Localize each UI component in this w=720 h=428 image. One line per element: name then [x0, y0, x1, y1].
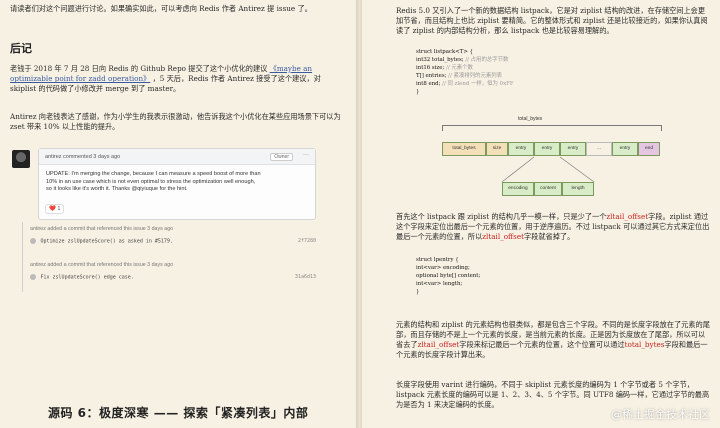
intro-paragraph: 请读者们对这个问题进行讨论。如果确实如此，可以考虑向 Redis 作者 Anti… — [10, 4, 312, 13]
commit-avatar-icon — [30, 274, 36, 280]
commit-message[interactable]: Fix zslUpdateScore() edge case. — [40, 274, 133, 280]
commit-sha[interactable]: 2f7280 — [298, 238, 316, 244]
chapter-title: 源码 6：极度深寒 —— 探索「紧凑列表」内部 — [48, 406, 309, 420]
highlight-zltail-offset: zltail_offset — [606, 212, 649, 221]
more-options-icon[interactable]: ··· — [303, 152, 309, 158]
owner-badge: Owner — [270, 153, 293, 161]
code-line: } — [416, 289, 420, 295]
left-page: 请读者们对这个问题进行讨论。如果确实如此，可以考虑向 Redis 作者 Anti… — [0, 0, 357, 428]
commit-sha[interactable]: 31a6d13 — [295, 274, 316, 280]
listpack-comparison-paragraph: 首先这个 listpack 跟 ziplist 的结构几乎一模一样，只是少了一个… — [396, 212, 710, 241]
comment-author-line: antirez commented 3 days ago — [45, 154, 121, 160]
code-line: struct lpentry { — [416, 257, 459, 263]
commit-reference-2: antirez added a commit that referenced t… — [30, 262, 320, 280]
commit-entry[interactable]: Optimize zslUpdateScore() as asked in #5… — [30, 238, 320, 244]
highlight-total-bytes: total_bytes — [624, 340, 665, 349]
comment-header: antirez commented 3 days ago Owner ··· — [39, 149, 315, 165]
diagram-connector-lines — [501, 156, 595, 183]
right-page: Redis 5.0 又引入了一个新的数据结构 listpack，它是对 zipl… — [362, 0, 720, 428]
commit-entry[interactable]: Fix zslUpdateScore() edge case. 31a6d13 — [30, 274, 320, 280]
cell-length: length — [562, 182, 594, 196]
github-comment: antirez commented 3 days ago Owner ··· U… — [38, 148, 316, 220]
watermark: @稀土掘金技术社区 — [611, 408, 710, 421]
code-line: optional byte[] content; — [416, 273, 481, 279]
reference-text: antirez added a commit that referenced t… — [30, 226, 174, 232]
highlight-zltail-offset: zltail_offset — [417, 340, 460, 349]
code-line: int<var> length; — [416, 281, 463, 287]
section-title: 后记 — [10, 42, 32, 55]
code-line: int<var> encoding; — [416, 265, 470, 271]
postscript-paragraph-1: 老钱于 2018 年 7 月 28 日向 Redis 的 Github Repo… — [10, 64, 346, 94]
commit-avatar-icon — [30, 238, 36, 244]
para1-text-a: 老钱于 2018 年 7 月 28 日向 Redis 的 Github Repo… — [10, 64, 268, 73]
commit-message[interactable]: Optimize zslUpdateScore() as asked in #5… — [40, 238, 172, 244]
reference-text: antirez added a commit that referenced t… — [30, 262, 174, 268]
cell-encoding: encoding — [502, 182, 534, 196]
lpentry-struct-code: struct lpentry { int<var> encoding; opti… — [416, 256, 480, 296]
element-structure-paragraph: 元素的结构和 ziplist 的元素结构也很类似，都是包含三个字段。不同的是长度… — [396, 320, 710, 359]
avatar — [12, 150, 30, 168]
heart-reaction-button[interactable]: ❤️ 1 — [45, 204, 65, 214]
commit-reference-1: antirez added a commit that referenced t… — [30, 226, 320, 244]
highlight-zltail-offset: zltail_offset — [482, 232, 524, 241]
cell-content: content — [534, 182, 562, 196]
postscript-paragraph-2: Antirez 向老钱表达了感谢，作为小学生的我表示很激动，他告诉我这个小优化在… — [10, 112, 341, 131]
comment-body: UPDATE: I'm merging the change, because … — [46, 171, 261, 192]
timeline-line — [22, 222, 23, 292]
